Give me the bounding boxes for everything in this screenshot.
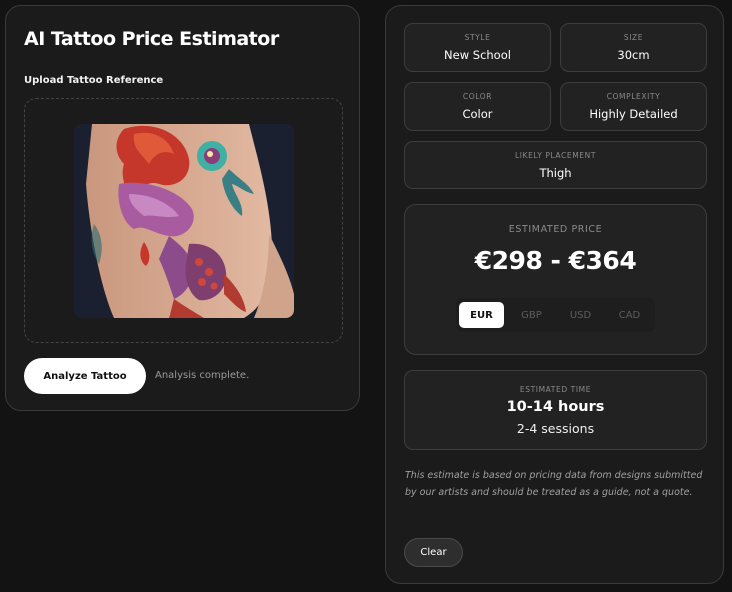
color-card: COLOR Color <box>404 82 551 131</box>
complexity-card: COMPLEXITY Highly Detailed <box>560 82 707 131</box>
size-value: 30cm <box>617 48 650 62</box>
style-card: STYLE New School <box>404 23 551 72</box>
placement-card: LIKELY PLACEMENT Thigh <box>404 141 707 189</box>
currency-selector: EUR GBP USD CAD <box>456 298 655 332</box>
price-value: €298 - €364 <box>474 246 637 275</box>
placement-label: LIKELY PLACEMENT <box>514 150 597 160</box>
tattoo-reference-image <box>74 124 294 318</box>
size-card: SIZE 30cm <box>560 23 707 72</box>
upload-dropzone[interactable] <box>24 98 343 343</box>
upload-panel: AI Tattoo Price Estimator Upload Tattoo … <box>5 5 360 411</box>
style-label: STYLE <box>464 33 491 42</box>
placement-value: Thigh <box>539 165 572 180</box>
color-value: Color <box>462 107 493 121</box>
time-hours: 10-14 hours <box>506 399 605 415</box>
currency-usd-button[interactable]: USD <box>557 302 604 328</box>
size-label: SIZE <box>623 33 644 42</box>
complexity-label: COMPLEXITY <box>606 92 661 101</box>
currency-eur-button[interactable]: EUR <box>459 302 504 328</box>
analyze-tattoo-button[interactable]: Analyze Tattoo <box>24 358 146 394</box>
time-label: ESTIMATED TIME <box>519 385 592 394</box>
color-label: COLOR <box>462 92 493 101</box>
price-label: ESTIMATED PRICE <box>508 224 603 235</box>
page-title: AI Tattoo Price Estimator <box>24 28 279 50</box>
results-panel: STYLE New School SIZE 30cm COLOR Color C… <box>385 5 724 584</box>
time-sessions: 2-4 sessions <box>516 421 595 436</box>
clear-button[interactable]: Clear <box>404 538 463 567</box>
price-card: ESTIMATED PRICE €298 - €364 EUR GBP USD … <box>404 204 707 355</box>
currency-gbp-button[interactable]: GBP <box>508 302 555 328</box>
analysis-status: Analysis complete. <box>155 370 250 381</box>
time-card: ESTIMATED TIME 10-14 hours 2-4 sessions <box>404 370 707 450</box>
complexity-value: Highly Detailed <box>589 107 678 121</box>
style-value: New School <box>444 48 511 62</box>
upload-label: Upload Tattoo Reference <box>24 75 164 86</box>
currency-cad-button[interactable]: CAD <box>606 302 653 328</box>
disclaimer-text: This estimate is based on pricing data f… <box>405 470 703 498</box>
